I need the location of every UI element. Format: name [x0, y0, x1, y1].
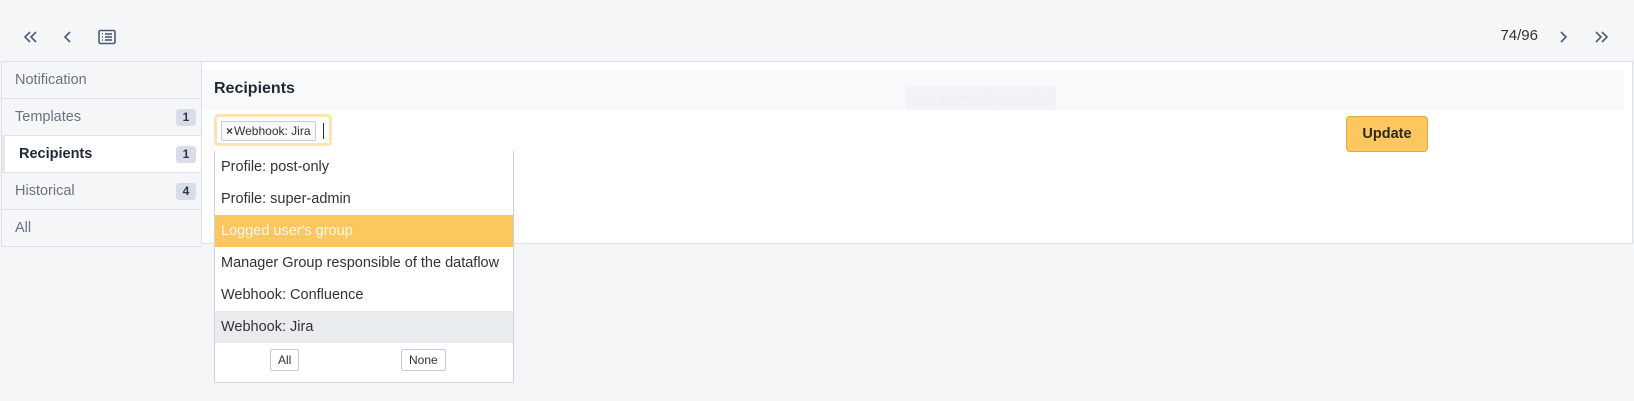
update-button[interactable]: Update — [1346, 116, 1428, 152]
tag-label: Webhook: Jira — [234, 124, 311, 138]
tab-label: Notification — [15, 72, 87, 88]
tab-notification[interactable]: Notification — [2, 62, 202, 99]
list-icon — [98, 29, 116, 45]
item-navigation-bar: 74/96 — [0, 0, 1634, 70]
tab-label: Recipients — [19, 146, 93, 162]
chevron-left-icon — [63, 31, 71, 43]
selected-recipient-tag: ×Webhook: Jira — [221, 121, 316, 141]
tab-label: All — [15, 220, 32, 236]
select-all-button[interactable]: All — [270, 349, 300, 371]
first-item-button[interactable] — [17, 24, 43, 50]
tab-count-badge: 1 — [176, 146, 196, 163]
double-chevron-left-icon — [23, 31, 37, 43]
tab-list: Notification Templates 1 Recipients 1 Hi… — [1, 61, 202, 247]
tab-templates[interactable]: Templates 1 — [2, 99, 202, 136]
item-position-counter: 74/96 — [1500, 27, 1538, 44]
recipients-dropdown: Profile: post-only Profile: super-admin … — [214, 151, 514, 383]
select-none-button[interactable]: None — [401, 349, 446, 371]
tab-all[interactable]: All — [2, 210, 202, 246]
remove-tag-button[interactable]: × — [226, 124, 233, 138]
last-item-button[interactable] — [1589, 24, 1615, 50]
option-webhook-confluence[interactable]: Webhook: Confluence — [215, 279, 513, 311]
faded-toast-message: Item successfully updated — [906, 86, 1056, 110]
tab-recipients[interactable]: Recipients 1 — [2, 136, 202, 173]
next-item-button[interactable] — [1550, 24, 1576, 50]
previous-item-button[interactable] — [55, 24, 81, 50]
dropdown-actions: All None — [215, 343, 513, 377]
option-profile-super-admin[interactable]: Profile: super-admin — [215, 183, 513, 215]
text-cursor — [323, 123, 324, 139]
tab-count-badge: 4 — [176, 183, 196, 200]
option-manager-group[interactable]: Manager Group responsible of the dataflo… — [215, 247, 513, 279]
option-webhook-jira[interactable]: Webhook: Jira — [215, 311, 513, 343]
back-to-list-button[interactable] — [94, 24, 120, 50]
chevron-right-icon — [1560, 31, 1568, 43]
double-chevron-right-icon — [1595, 31, 1609, 43]
tab-historical[interactable]: Historical 4 — [2, 173, 202, 210]
option-profile-post-only[interactable]: Profile: post-only — [215, 151, 513, 183]
tab-label: Templates — [15, 109, 82, 125]
tab-count-badge: 1 — [176, 109, 196, 126]
recipients-select-input[interactable]: ×Webhook: Jira — [214, 114, 332, 146]
panel-title: Recipients — [214, 80, 295, 97]
option-logged-users-group[interactable]: Logged user's group — [215, 215, 513, 247]
tab-label: Historical — [15, 183, 75, 199]
